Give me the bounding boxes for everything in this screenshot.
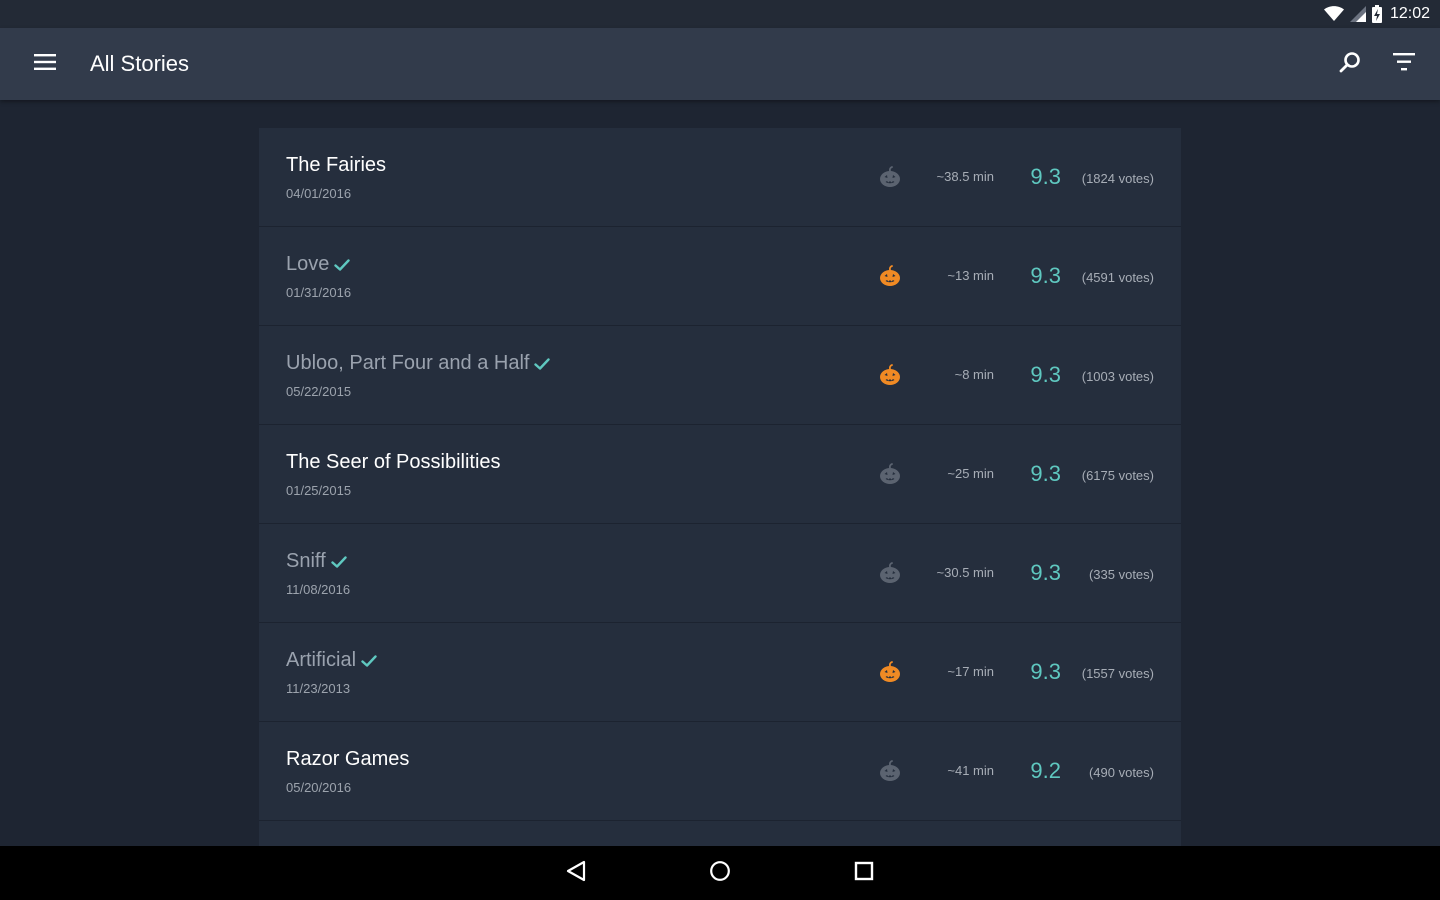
story-title-text: Ubloo, Part Four and a Half [286, 352, 530, 374]
back-triangle-icon [565, 860, 587, 887]
story-date: 01/31/2016 [286, 285, 352, 300]
story-votes: (4591 votes) [1081, 270, 1154, 285]
page-title: All Stories [90, 51, 190, 76]
story-title: Razor Games [286, 748, 409, 771]
signal-icon [1349, 6, 1366, 22]
story-date: 05/20/2016 [286, 780, 352, 795]
navigation-bar [0, 846, 1440, 900]
read-check-icon [330, 555, 347, 568]
hamburger-menu-icon [34, 53, 56, 75]
filter-icon [1393, 52, 1415, 76]
story-title: Love [286, 253, 351, 276]
story-row[interactable]: Sniff 11/08/2016 ~30.5 min 9.3 (335 vote… [259, 524, 1181, 623]
story-row[interactable]: The Seer of Possibilities 01/25/2015 ~25… [259, 425, 1181, 524]
story-title: Sniff [286, 550, 347, 573]
story-title-text: Sniff [286, 550, 326, 572]
story-votes: (490 votes) [1088, 765, 1154, 780]
story-row[interactable]: The Fairies 04/01/2016 ~38.5 min 9.3 (18… [259, 128, 1181, 227]
wifi-icon [1323, 6, 1344, 22]
status-bar: 12:02 [0, 0, 1440, 28]
pumpkin-icon[interactable] [879, 265, 901, 287]
story-date: 04/01/2016 [286, 186, 352, 201]
story-score: 9.3 [1030, 362, 1061, 387]
filter-button[interactable] [1377, 28, 1431, 100]
story-date: 01/25/2015 [286, 483, 352, 498]
story-duration: ~41 min [947, 763, 994, 778]
story-row[interactable]: Ubloo, Part Four and a Half 05/22/2015 ~… [259, 326, 1181, 425]
story-list-container[interactable]: The Fairies 04/01/2016 ~38.5 min 9.3 (18… [0, 100, 1440, 846]
story-duration: ~25 min [947, 466, 994, 481]
story-duration: ~17 min [947, 664, 994, 679]
pumpkin-icon[interactable] [879, 760, 901, 782]
story-title-text: The Fairies [286, 154, 387, 176]
back-button[interactable] [504, 846, 648, 900]
story-title: The Seer of Possibilities [286, 451, 501, 474]
story-duration: ~38.5 min [936, 169, 994, 184]
search-button[interactable] [1323, 28, 1377, 100]
story-duration: ~30.5 min [936, 565, 994, 580]
read-check-icon [334, 258, 351, 271]
story-date: 05/22/2015 [286, 384, 352, 399]
search-icon [1339, 51, 1361, 78]
home-button[interactable] [648, 846, 792, 900]
story-title: Artificial [286, 649, 377, 672]
story-title-text: Love [286, 253, 330, 275]
battery-charging-icon [1371, 5, 1382, 23]
story-list: The Fairies 04/01/2016 ~38.5 min 9.3 (18… [259, 128, 1181, 846]
app-bar: All Stories [0, 28, 1440, 100]
story-duration: ~13 min [947, 268, 994, 283]
pumpkin-icon[interactable] [879, 166, 901, 188]
read-check-icon [534, 357, 551, 370]
pumpkin-icon[interactable] [879, 562, 901, 584]
story-title-text: Razor Games [286, 748, 410, 770]
story-title-text: Artificial [286, 649, 357, 671]
story-date: 11/08/2016 [286, 582, 351, 597]
home-circle-icon [709, 860, 731, 887]
story-score: 9.3 [1030, 164, 1061, 189]
story-score: 9.3 [1030, 263, 1061, 288]
story-votes: (6175 votes) [1081, 468, 1154, 483]
story-title: Ubloo, Part Four and a Half [286, 352, 551, 375]
story-score: 9.3 [1030, 659, 1061, 684]
story-date: 11/23/2013 [286, 681, 351, 696]
pumpkin-icon[interactable] [879, 364, 901, 386]
story-row[interactable]: Artificial 11/23/2013 ~17 min 9.3 (1557 … [259, 623, 1181, 722]
pumpkin-icon[interactable] [879, 463, 901, 485]
status-clock: 12:02 [1389, 5, 1430, 22]
story-title: The Fairies [286, 154, 386, 177]
story-row-partial[interactable] [259, 821, 1181, 846]
pumpkin-icon[interactable] [879, 661, 901, 683]
story-votes: (335 votes) [1088, 567, 1154, 582]
story-votes: (1003 votes) [1081, 369, 1154, 384]
story-row[interactable]: Love 01/31/2016 ~13 min 9.3 (4591 votes) [259, 227, 1181, 326]
story-duration: ~8 min [954, 367, 994, 382]
menu-button[interactable] [0, 28, 90, 100]
recents-square-icon [854, 861, 874, 886]
recents-button[interactable] [792, 846, 936, 900]
story-title-text: The Seer of Possibilities [286, 451, 501, 473]
story-votes: (1824 votes) [1081, 171, 1154, 186]
story-score: 9.2 [1030, 758, 1061, 783]
story-score: 9.3 [1030, 560, 1061, 585]
story-row[interactable]: Razor Games 05/20/2016 ~41 min 9.2 (490 … [259, 722, 1181, 821]
read-check-icon [361, 654, 377, 667]
story-score: 9.3 [1030, 461, 1061, 486]
story-votes: (1557 votes) [1081, 666, 1154, 681]
